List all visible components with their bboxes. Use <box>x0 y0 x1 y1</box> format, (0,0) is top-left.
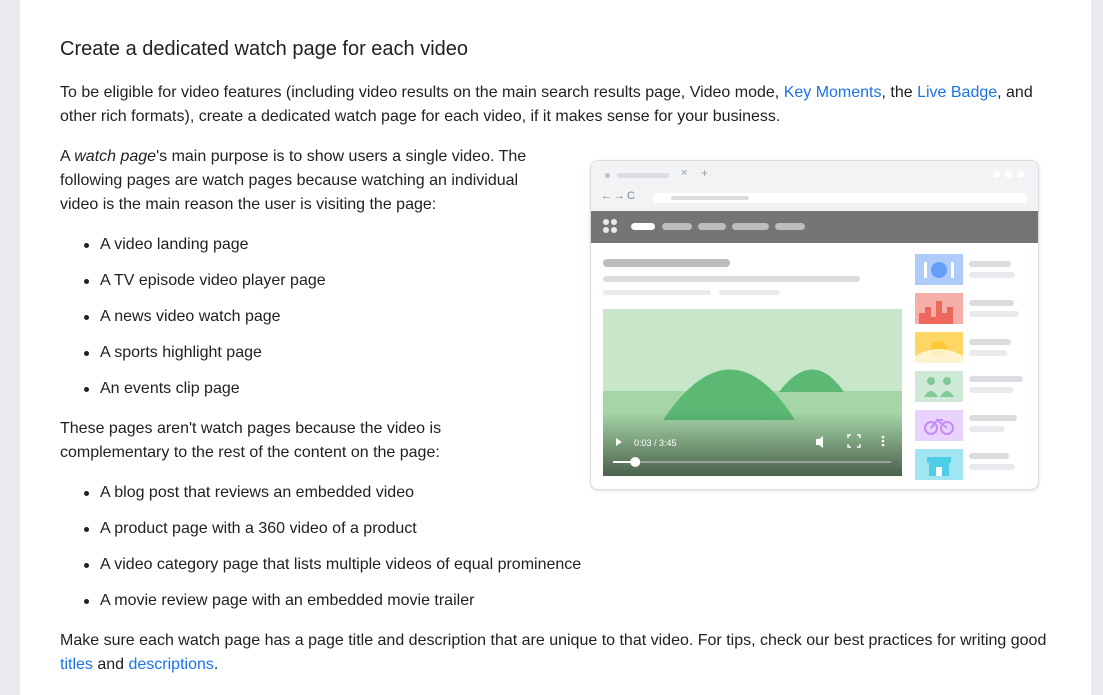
video-time: 0:03 / 3:45 <box>634 438 677 448</box>
tab-dot-icon <box>605 173 610 178</box>
list-item: A product page with a 360 video of a pro… <box>60 517 620 553</box>
intro-text: , the <box>881 84 918 101</box>
watch-page-paragraph: A watch page's main purpose is to show u… <box>60 145 550 217</box>
bike-icon <box>924 418 954 435</box>
landscape-icon <box>915 341 963 363</box>
list-item: A blog post that reviews an embedded vid… <box>60 481 620 517</box>
thumb-text-placeholder <box>969 272 1015 278</box>
thumb-text-placeholder <box>969 311 1019 317</box>
browser-chrome: × + ←→C <box>591 161 1038 211</box>
progress-track[interactable] <box>613 461 891 463</box>
list-item: A movie review page with an embedded mov… <box>60 589 620 625</box>
video-player[interactable]: 0:03 / 3:45 <box>603 309 902 476</box>
nav-item-placeholder <box>775 223 805 230</box>
thumb-text-placeholder <box>969 376 1023 382</box>
text-placeholder <box>603 276 860 282</box>
thumb-text-placeholder <box>969 426 1005 432</box>
text-placeholder <box>719 290 780 295</box>
list-item: A video category page that lists multipl… <box>60 553 620 589</box>
window-dot-icon <box>993 171 1000 178</box>
titles-link[interactable]: titles <box>60 656 93 673</box>
final-paragraph: Make sure each watch page has a page tit… <box>60 629 1060 677</box>
video-title-placeholder <box>603 259 730 267</box>
final-text: Make sure each watch page has a page tit… <box>60 632 1047 649</box>
content-page: Create a dedicated watch page for each v… <box>20 0 1091 695</box>
key-moments-link[interactable]: Key Moments <box>784 84 882 101</box>
people-icon <box>924 377 954 397</box>
nav-item-placeholder <box>662 223 692 230</box>
thumb-people[interactable] <box>915 371 963 402</box>
text-placeholder <box>603 290 711 295</box>
watch-page-illustration: × + ←→C 0:03 / 3:45 <box>590 160 1039 490</box>
logo-icon <box>603 227 609 233</box>
logo-icon <box>611 219 617 225</box>
list-item: A video landing page <box>60 233 560 269</box>
watch-pages-list: A video landing page A TV episode video … <box>60 233 560 413</box>
descriptions-link[interactable]: descriptions <box>129 656 214 673</box>
url-placeholder <box>671 196 749 200</box>
list-item: A sports highlight page <box>60 341 560 377</box>
close-tab-icon: × <box>681 167 688 179</box>
nav-item-placeholder <box>698 223 726 230</box>
not-watch-paragraph: These pages aren't watch pages because t… <box>60 420 442 461</box>
progress-handle[interactable] <box>630 457 641 467</box>
thumb-bike[interactable] <box>915 410 963 441</box>
section-heading: Create a dedicated watch page for each v… <box>60 38 469 60</box>
logo-icon <box>603 219 609 225</box>
live-badge-link[interactable]: Live Badge <box>917 84 997 101</box>
list-item: An events clip page <box>60 377 560 413</box>
window-dot-icon <box>1017 171 1024 178</box>
nav-item-placeholder <box>631 223 655 230</box>
emphasis-text: watch page <box>74 148 157 165</box>
final-text: and <box>92 656 129 673</box>
thumb-text-placeholder <box>969 453 1009 459</box>
nav-item-placeholder <box>732 223 769 230</box>
food-icon <box>924 262 954 278</box>
final-text: . <box>213 656 219 673</box>
intro-text: To be eligible for video features (inclu… <box>60 84 784 101</box>
thumb-food[interactable] <box>915 254 963 285</box>
para-text: A <box>60 148 75 165</box>
thumb-text-placeholder <box>969 350 1007 356</box>
thumb-city[interactable] <box>915 293 963 324</box>
not-watch-pages-list: A blog post that reviews an embedded vid… <box>60 481 620 625</box>
store-icon <box>927 457 951 476</box>
list-item: A TV episode video player page <box>60 269 560 305</box>
window-dot-icon <box>1005 171 1012 178</box>
city-icon <box>919 301 953 324</box>
thumb-landscape[interactable] <box>915 332 963 363</box>
thumb-text-placeholder <box>969 339 1011 345</box>
more-icon[interactable] <box>881 435 885 439</box>
thumb-text-placeholder <box>969 387 1013 393</box>
tab-title-placeholder <box>617 173 669 178</box>
site-app-bar <box>591 211 1038 243</box>
thumb-text-placeholder <box>969 415 1017 421</box>
logo-icon <box>611 227 617 233</box>
thumb-store[interactable] <box>915 449 963 480</box>
intro-paragraph: To be eligible for video features (inclu… <box>60 81 1050 129</box>
thumb-text-placeholder <box>969 300 1014 306</box>
new-tab-icon: + <box>701 166 709 180</box>
list-item: A news video watch page <box>60 305 560 341</box>
thumb-text-placeholder <box>969 261 1011 267</box>
thumb-text-placeholder <box>969 464 1015 470</box>
nav-arrows-icon: ←→C <box>601 190 637 202</box>
